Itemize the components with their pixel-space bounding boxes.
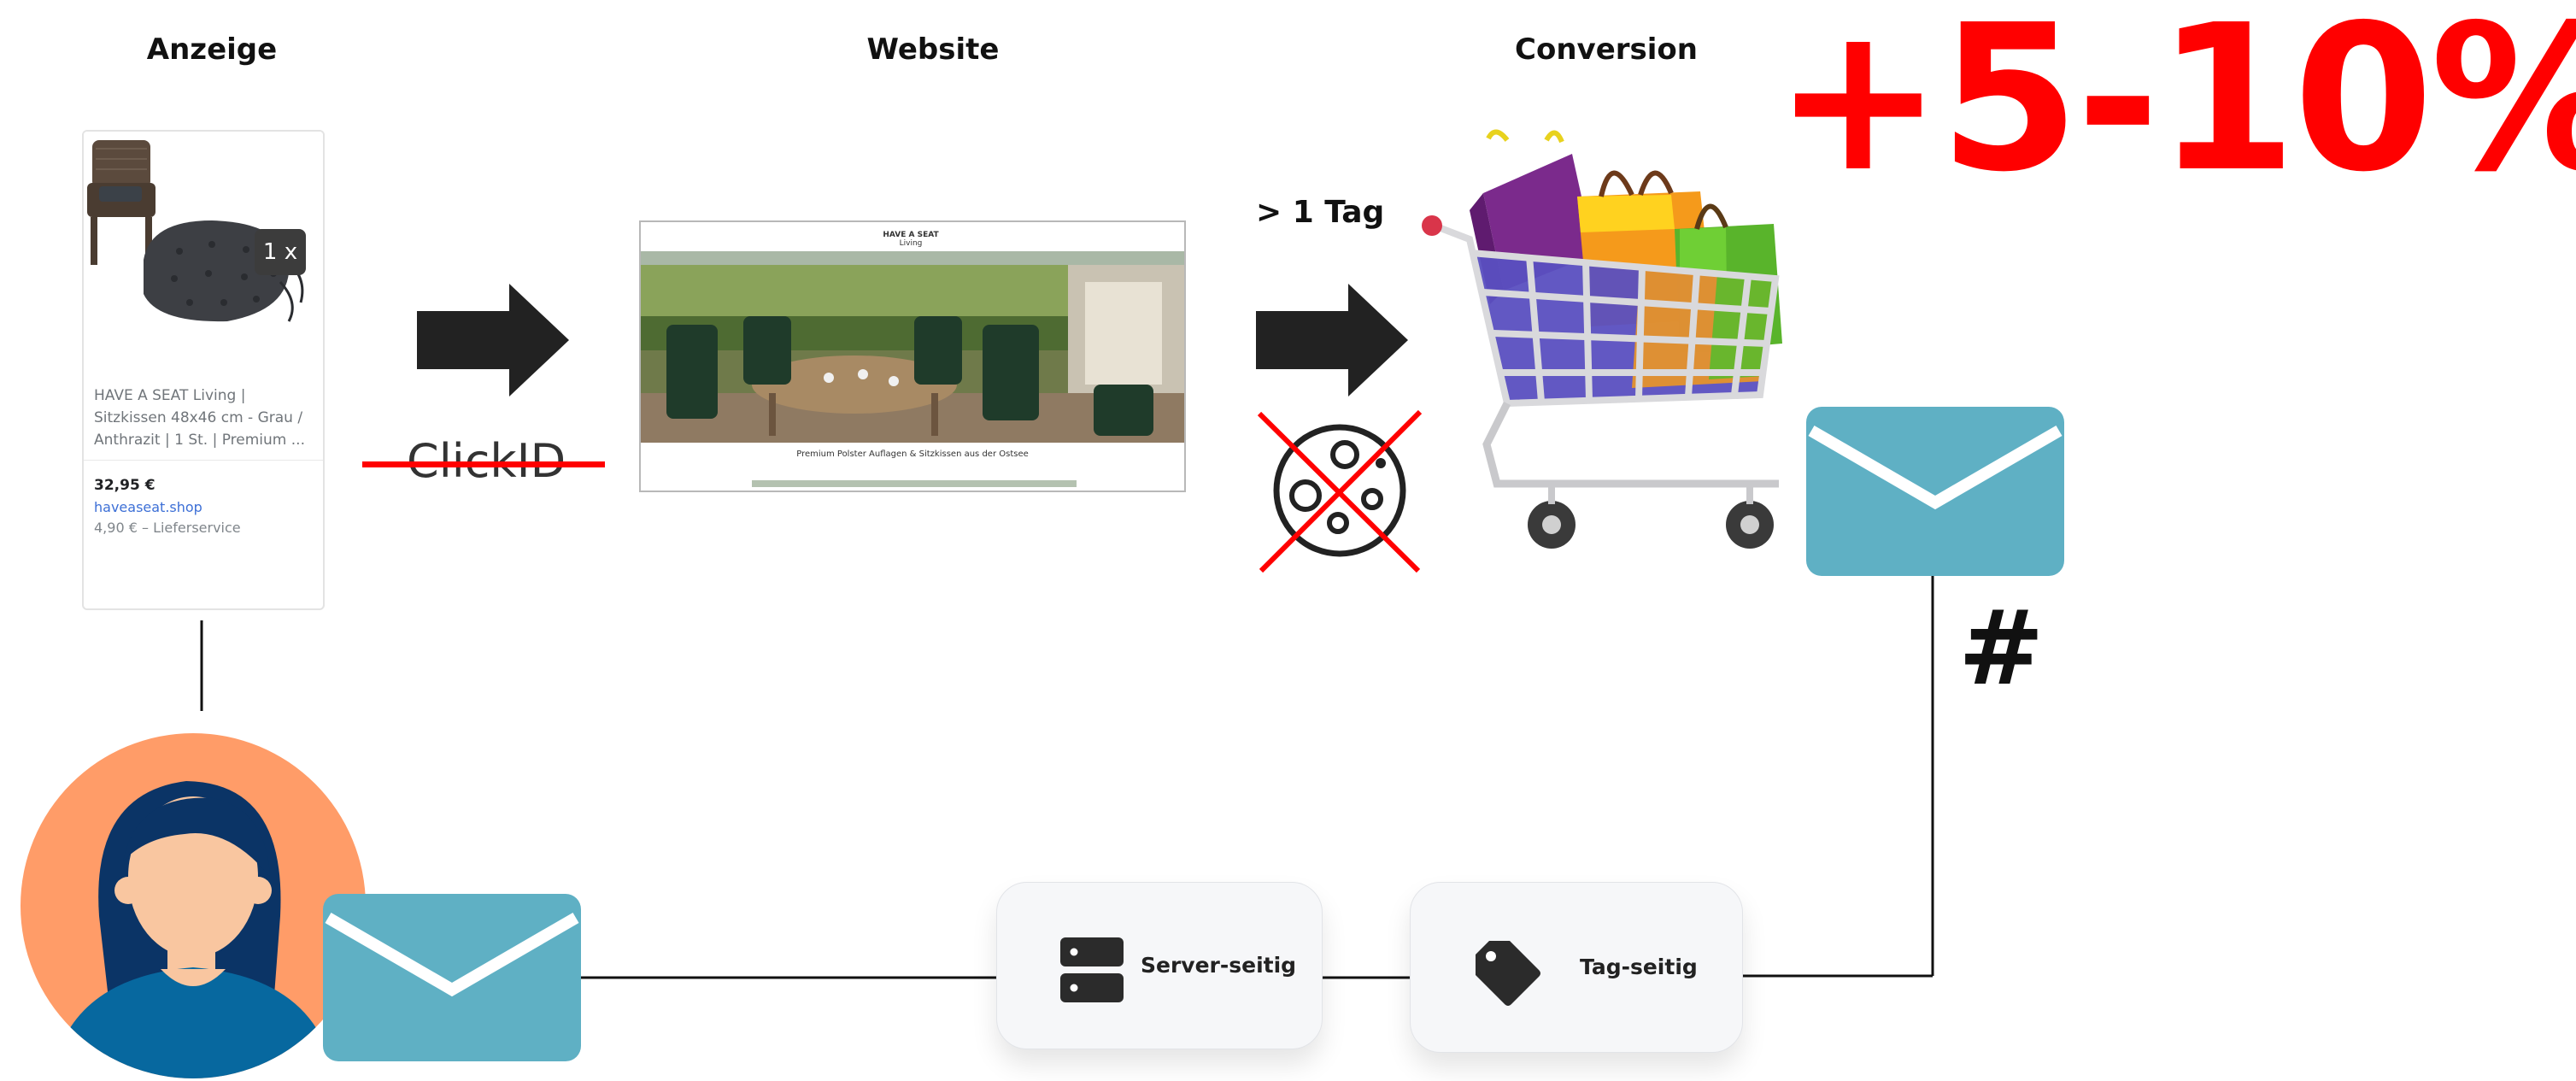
arrow-right-icon bbox=[1256, 284, 1408, 397]
server-side-label: Server-seitig bbox=[1141, 953, 1297, 978]
heading-website: Website bbox=[866, 32, 1000, 67]
tag-side-label: Tag-seitig bbox=[1580, 955, 1698, 979]
envelope-icon bbox=[323, 894, 581, 1061]
product-ad-card[interactable]: 1 x HAVE A SEAT Living | Sitzkissen 48x4… bbox=[82, 130, 325, 610]
delay-label: > 1 Tag bbox=[1256, 195, 1385, 230]
tag-icon bbox=[1476, 941, 1540, 1006]
ad-shop-link[interactable]: haveaseat.shop bbox=[94, 499, 202, 515]
server-icon bbox=[1060, 937, 1124, 1002]
site-nav-bar bbox=[641, 251, 1184, 265]
ad-price: 32,95 € bbox=[94, 477, 155, 494]
uplift-percentage: +5-10% bbox=[1774, 0, 2576, 216]
heading-conversion: Conversion bbox=[1515, 32, 1698, 67]
person-avatar-icon bbox=[21, 733, 366, 1078]
cookie-crossed-icon bbox=[1257, 409, 1423, 573]
site-logo: HAVE A SEAT Living bbox=[883, 231, 939, 248]
cart-wheels bbox=[1528, 484, 1774, 549]
site-caption: Premium Polster Auflagen & Sitzkissen au… bbox=[796, 449, 1029, 459]
hash-label: # bbox=[1958, 590, 2045, 708]
site-hero-image bbox=[641, 265, 1184, 443]
site-footer-bar bbox=[752, 480, 1077, 487]
arrow-right-icon bbox=[417, 284, 569, 397]
ad-shipping: 4,90 € – Lieferservice bbox=[94, 520, 241, 536]
website-screenshot[interactable]: HAVE A SEAT Living Premium Polster Aufla… bbox=[639, 220, 1186, 492]
clickid-strikethrough bbox=[362, 461, 605, 467]
shopping-cart-icon bbox=[1422, 129, 1782, 549]
tag-side-box[interactable]: Tag-seitig bbox=[1410, 882, 1743, 1053]
envelope-icon bbox=[1806, 407, 2064, 576]
heading-anzeige: Anzeige bbox=[146, 32, 278, 67]
server-side-box[interactable]: Server-seitig bbox=[996, 882, 1323, 1049]
ad-product-title[interactable]: HAVE A SEAT Living | Sitzkissen 48x46 cm… bbox=[94, 385, 318, 451]
ad-divider bbox=[84, 460, 323, 461]
quantity-badge: 1 x bbox=[255, 229, 306, 275]
